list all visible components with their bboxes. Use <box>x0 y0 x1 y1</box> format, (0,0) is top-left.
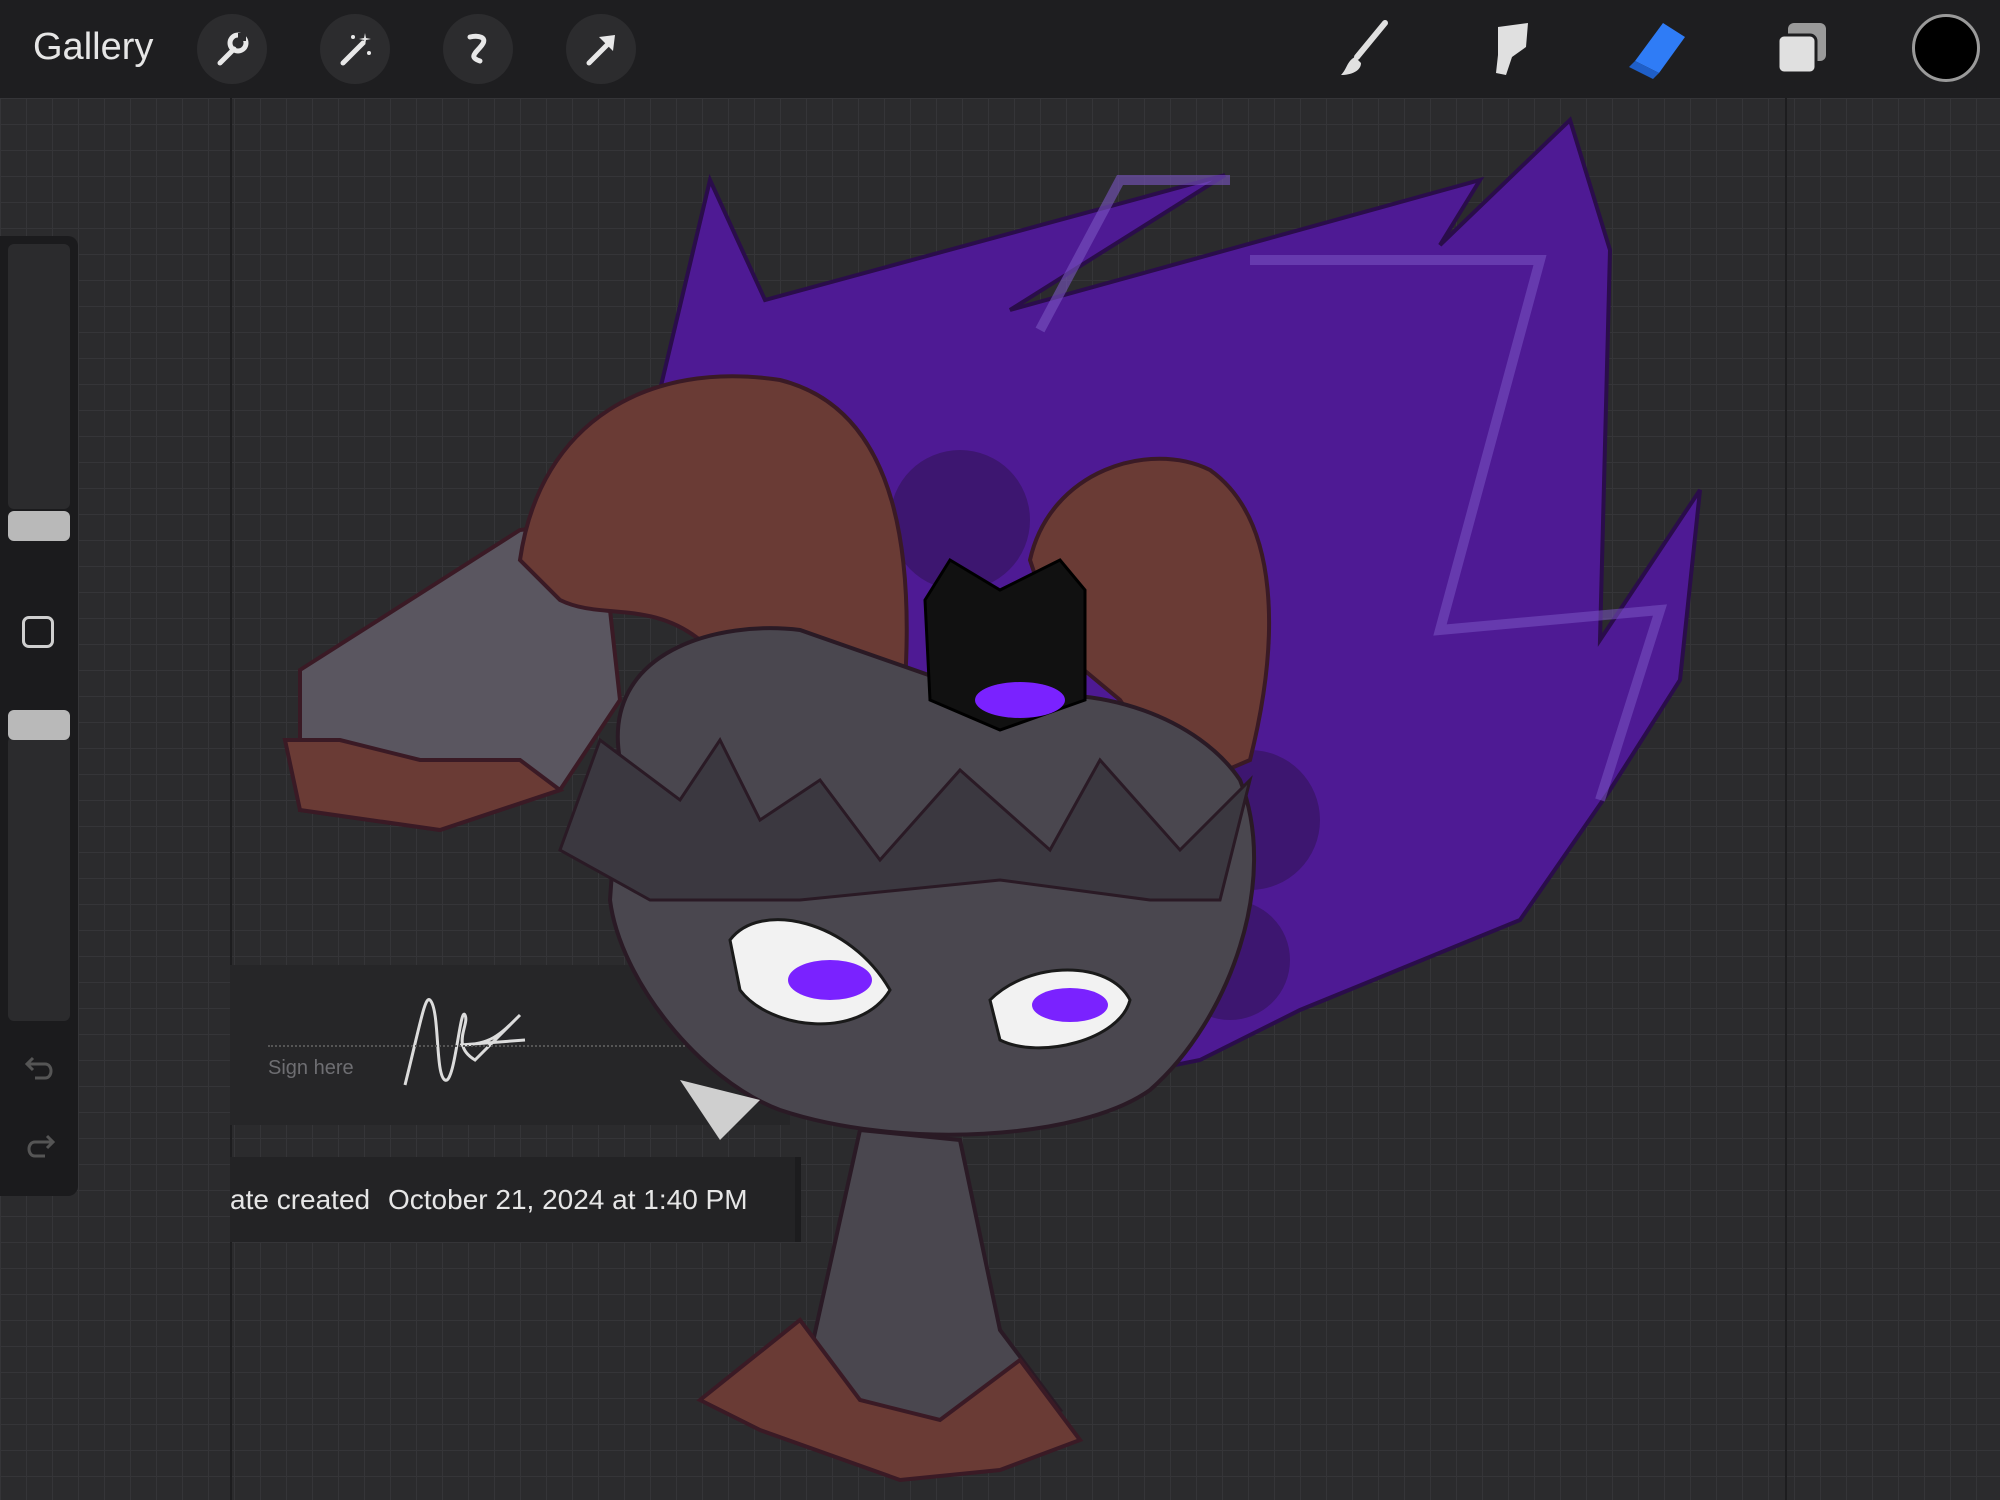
selection-icon <box>467 33 487 64</box>
layers-icon <box>1776 23 1826 75</box>
drawing-canvas[interactable] <box>0 98 2000 1500</box>
undo-icon <box>24 1056 53 1080</box>
color-picker-button[interactable] <box>1912 14 1980 82</box>
brush-icon <box>1341 20 1388 75</box>
top-toolbar: Gallery <box>0 0 2000 98</box>
brush-size-slider[interactable] <box>8 244 70 509</box>
selection-button[interactable] <box>443 14 513 84</box>
opacity-thumb[interactable] <box>8 710 70 740</box>
signature-panel[interactable]: Sign here <box>230 965 790 1125</box>
actions-wrench-button[interactable] <box>197 14 267 84</box>
signature-line <box>268 1045 708 1047</box>
canvas-edge-left <box>230 98 232 1500</box>
redo-button[interactable] <box>20 1126 60 1166</box>
smudge-icon <box>1496 23 1528 75</box>
brush-size-thumb[interactable] <box>8 511 70 541</box>
modify-button[interactable] <box>22 616 54 648</box>
signature-drawing <box>403 998 526 1086</box>
eraser-icon <box>1629 23 1685 79</box>
wrench-icon <box>217 32 249 66</box>
transform-button[interactable] <box>566 14 636 84</box>
eraser-tool-button[interactable] <box>1622 14 1692 84</box>
opacity-slider[interactable] <box>8 736 70 1021</box>
layers-button[interactable] <box>1767 14 1837 84</box>
date-created-row: ate created October 21, 2024 at 1:40 PM <box>230 1157 801 1242</box>
gallery-button[interactable]: Gallery <box>33 26 153 69</box>
redo-icon <box>27 1134 56 1158</box>
left-sidebar <box>0 236 78 1196</box>
brush-tool-button[interactable] <box>1330 14 1400 84</box>
undo-button[interactable] <box>20 1048 60 1088</box>
transform-arrow-icon <box>586 35 615 66</box>
adjustments-button[interactable] <box>320 14 390 84</box>
canvas-edge-right <box>1785 98 1787 1500</box>
magic-wand-icon <box>340 33 371 66</box>
date-created-value: October 21, 2024 at 1:40 PM <box>388 1184 748 1215</box>
sign-here-label: Sign here <box>268 1057 354 1079</box>
date-created-label: ate created <box>230 1184 371 1215</box>
smudge-tool-button[interactable] <box>1475 14 1545 84</box>
